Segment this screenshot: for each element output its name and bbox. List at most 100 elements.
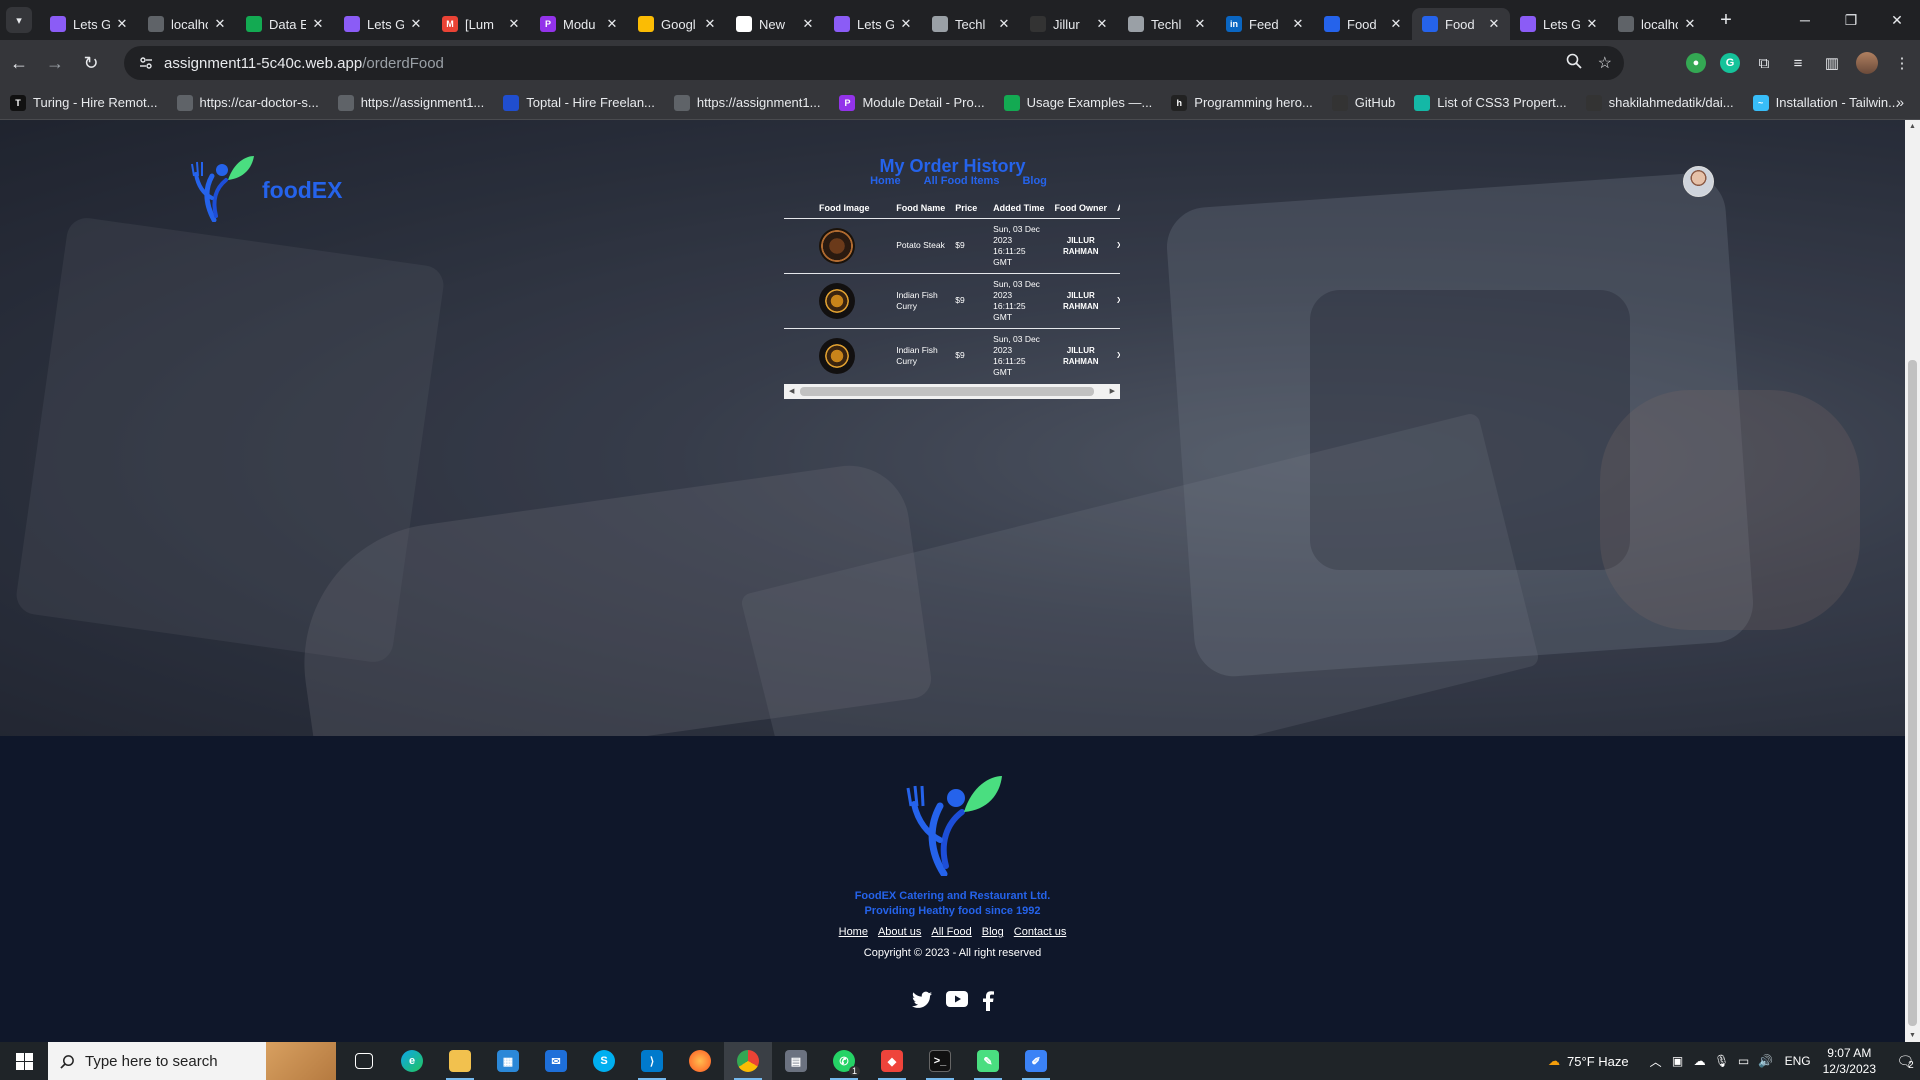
volume-icon[interactable]: 🔊 (1757, 1052, 1775, 1070)
browser-tab[interactable]: Lets Ge✕ (40, 8, 138, 40)
close-window-button[interactable]: ✕ (1874, 0, 1920, 40)
twitter-icon[interactable] (911, 991, 932, 1009)
bookmark-item[interactable]: P Module Detail - Pro... (839, 94, 985, 111)
footer-all-food-link[interactable]: All Food (931, 926, 971, 938)
tray-app-icon[interactable]: ▣ (1669, 1052, 1687, 1070)
bookmark-item[interactable]: T Turing - Hire Remot... (10, 94, 158, 111)
side-panel-icon[interactable]: ▥ (1822, 53, 1842, 73)
browser-tab[interactable]: Food ✕ (1412, 8, 1510, 40)
bookmarks-overflow-icon[interactable]: » (1896, 94, 1904, 110)
taskbar-vscode[interactable]: ⟩ (628, 1042, 676, 1080)
facebook-icon[interactable] (982, 991, 994, 1011)
tab-close-icon[interactable]: ✕ (898, 16, 914, 32)
taskbar-skype[interactable]: S (580, 1042, 628, 1080)
tab-close-icon[interactable]: ✕ (1388, 16, 1404, 32)
extension-android-icon[interactable]: ● (1686, 53, 1706, 73)
delete-action-button[interactable]: X (1112, 273, 1120, 328)
tab-close-icon[interactable]: ✕ (408, 16, 424, 32)
taskbar-whatsapp[interactable]: ✆ 1 (820, 1042, 868, 1080)
bookmark-item[interactable]: ~ Installation - Tailwin... (1752, 94, 1899, 111)
taskbar-search[interactable]: Type here to search (48, 1042, 336, 1080)
language-indicator[interactable]: ENG (1785, 1054, 1811, 1068)
notification-center-button[interactable]: 🗨 2 (1890, 1042, 1920, 1080)
browser-tab[interactable]: P Modu ✕ (530, 8, 628, 40)
taskbar-chrome[interactable] (724, 1042, 772, 1080)
network-icon[interactable]: ▭ (1735, 1052, 1753, 1070)
scroll-right-arrow-icon[interactable]: ▶ (1110, 387, 1115, 395)
browser-tab[interactable]: Techl ✕ (1118, 8, 1216, 40)
taskbar-anydesk[interactable]: ◆ (868, 1042, 916, 1080)
tab-close-icon[interactable]: ✕ (1486, 16, 1502, 32)
bookmark-item[interactable]: https://assignment1... (673, 94, 820, 111)
browser-tab[interactable]: Jillur ✕ (1020, 8, 1118, 40)
new-tab-button[interactable]: + (1712, 6, 1740, 34)
footer-contact-link[interactable]: Contact us (1014, 926, 1067, 938)
bookmark-item[interactable]: shakilahmedatik/dai... (1585, 94, 1734, 111)
taskbar-notepad[interactable]: ✎ (964, 1042, 1012, 1080)
scroll-left-arrow-icon[interactable]: ◀ (789, 387, 794, 395)
taskbar-clock[interactable]: 9:07 AM 12/3/2023 (1823, 1045, 1876, 1077)
bookmark-star-icon[interactable]: ☆ (1598, 53, 1612, 73)
tab-close-icon[interactable]: ✕ (114, 16, 130, 32)
tab-close-icon[interactable]: ✕ (1094, 16, 1110, 32)
zoom-icon[interactable] (1566, 53, 1582, 74)
browser-tab[interactable]: Data E ✕ (236, 8, 334, 40)
address-bar[interactable]: assignment11-5c40c.web.app/orderdFood ☆ (124, 46, 1624, 80)
youtube-icon[interactable] (945, 991, 968, 1007)
tab-close-icon[interactable]: ✕ (604, 16, 620, 32)
browser-tab[interactable]: localho✕ (138, 8, 236, 40)
bookmark-item[interactable]: h Programming hero... (1171, 94, 1313, 111)
url-text[interactable]: assignment11-5c40c.web.app/orderdFood (164, 55, 444, 72)
tab-close-icon[interactable]: ✕ (506, 16, 522, 32)
tab-close-icon[interactable]: ✕ (800, 16, 816, 32)
browser-tab[interactable]: in Feed ✕ (1216, 8, 1314, 40)
bookmark-item[interactable]: https://car-doctor-s... (176, 94, 319, 111)
tab-close-icon[interactable]: ✕ (996, 16, 1012, 32)
weather-widget[interactable]: ☁ 75°F Haze (1545, 1052, 1629, 1070)
bookmark-item[interactable]: Usage Examples —... (1003, 94, 1152, 111)
taskbar-file-explorer[interactable] (436, 1042, 484, 1080)
bookmark-item[interactable]: https://assignment1... (337, 94, 484, 111)
nav-blog-link[interactable]: Blog (1022, 175, 1046, 187)
bookmark-item[interactable]: GitHub (1331, 94, 1395, 111)
back-button[interactable]: ← (2, 46, 36, 80)
scroll-down-arrow-icon[interactable]: ▼ (1909, 1032, 1916, 1039)
grammarly-extension-icon[interactable]: G (1720, 53, 1740, 73)
nav-home-link[interactable]: Home (870, 175, 901, 187)
scroll-up-arrow-icon[interactable]: ▲ (1909, 123, 1916, 130)
task-view-button[interactable] (340, 1042, 388, 1080)
tab-close-icon[interactable]: ✕ (1584, 16, 1600, 32)
forward-button[interactable]: → (38, 46, 72, 80)
start-button[interactable] (0, 1042, 48, 1080)
footer-blog-link[interactable]: Blog (982, 926, 1004, 938)
horizontal-scroll-thumb[interactable] (800, 387, 1094, 396)
show-hidden-icons-icon[interactable]: ︿ (1647, 1052, 1665, 1070)
browser-tab[interactable]: Techl ✕ (922, 8, 1020, 40)
restore-button[interactable]: ❐ (1828, 0, 1874, 40)
microphone-icon[interactable]: 🎙 (1713, 1052, 1731, 1070)
page-vertical-scrollbar[interactable]: ▲ ▼ (1905, 120, 1920, 1042)
taskbar-store[interactable]: ▦ (484, 1042, 532, 1080)
kebab-menu-icon[interactable]: ⋮ (1892, 53, 1912, 73)
tab-close-icon[interactable]: ✕ (702, 16, 718, 32)
page-scroll-thumb[interactable] (1908, 360, 1917, 1026)
taskbar-terminal[interactable]: >_ (916, 1042, 964, 1080)
tab-search-button[interactable]: ▾ (6, 7, 32, 33)
browser-tab[interactable]: Lets Ge✕ (334, 8, 432, 40)
browser-tab[interactable]: Lets Ge✕ (1510, 8, 1608, 40)
reload-button[interactable]: ↻ (74, 46, 108, 80)
horizontal-scrollbar[interactable]: ◀ ▶ (784, 384, 1120, 399)
browser-tab[interactable]: M [Lum ✕ (432, 8, 530, 40)
onedrive-icon[interactable]: ☁ (1691, 1052, 1709, 1070)
browser-tab[interactable]: Food ✕ (1314, 8, 1412, 40)
tab-close-icon[interactable]: ✕ (1290, 16, 1306, 32)
tab-close-icon[interactable]: ✕ (1192, 16, 1208, 32)
site-info-icon[interactable] (138, 55, 154, 71)
tab-close-icon[interactable]: ✕ (310, 16, 326, 32)
browser-tab[interactable]: Lets Ge✕ (824, 8, 922, 40)
taskbar-mail[interactable]: ✉ (532, 1042, 580, 1080)
taskbar-edge[interactable]: e (388, 1042, 436, 1080)
profile-avatar[interactable] (1856, 52, 1878, 74)
browser-tab[interactable]: localho✕ (1608, 8, 1706, 40)
tab-close-icon[interactable]: ✕ (212, 16, 228, 32)
